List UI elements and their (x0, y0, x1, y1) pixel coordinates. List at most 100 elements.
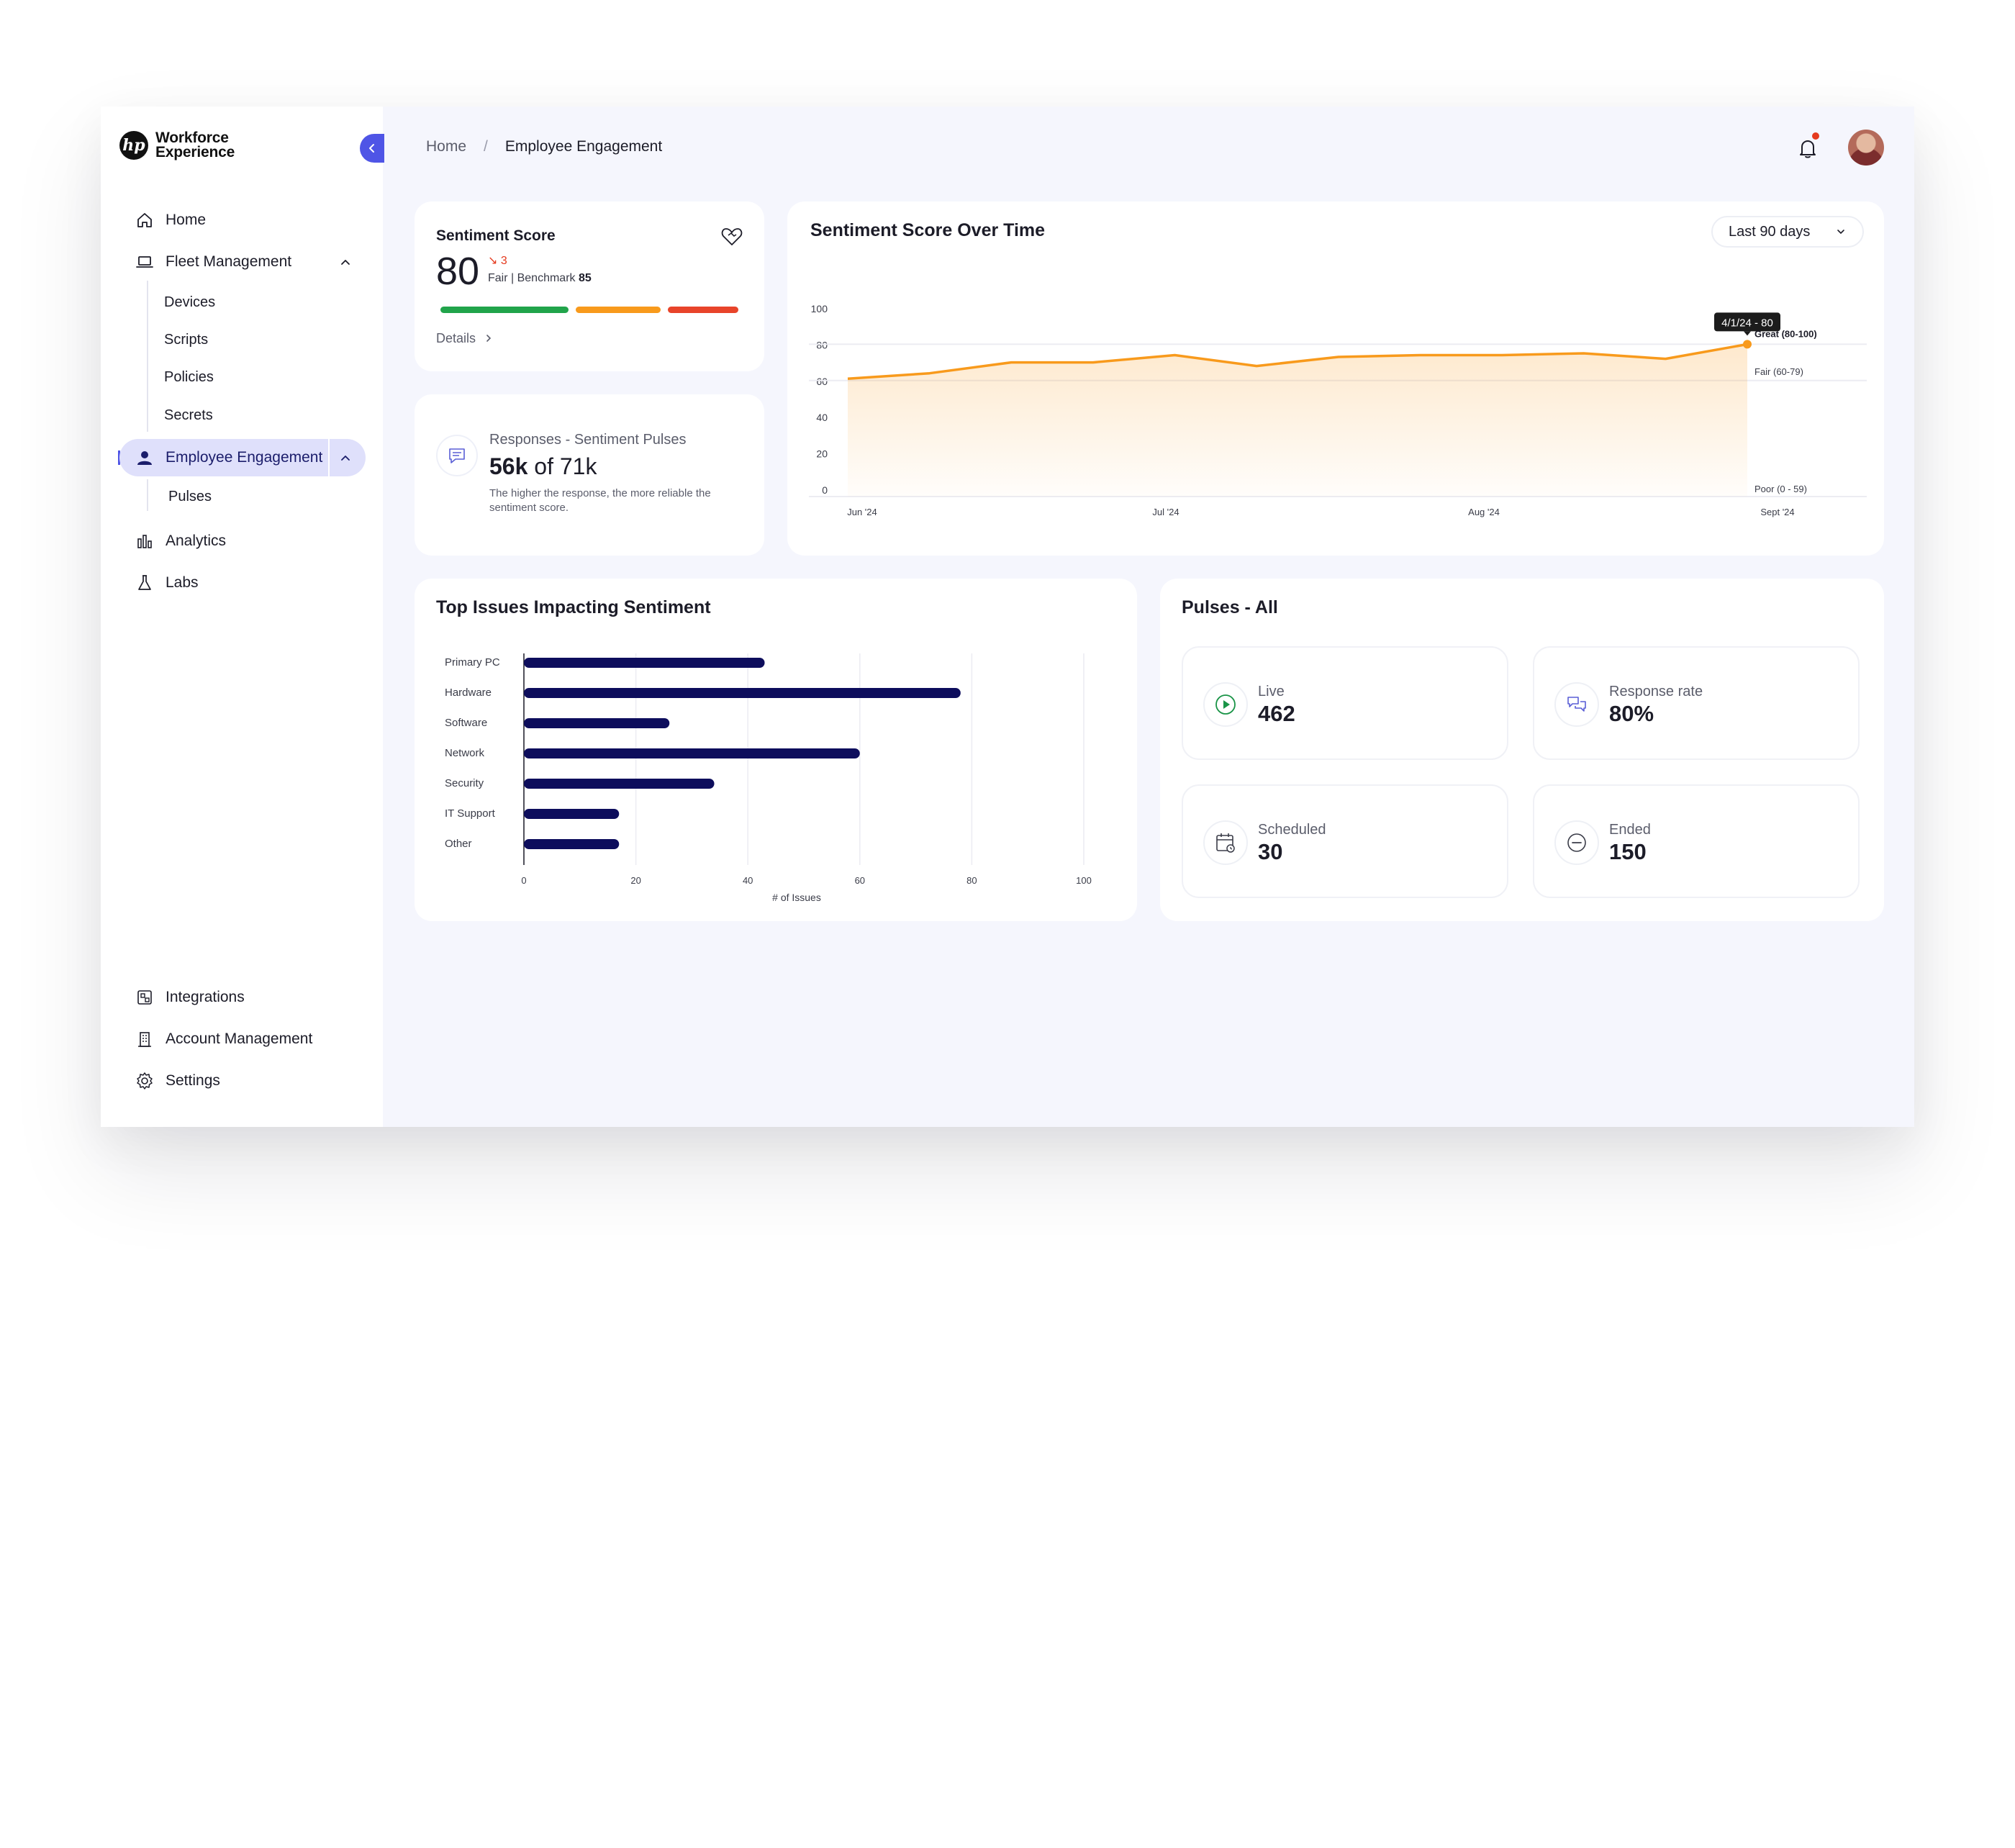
sidebar-item-fleet-management[interactable]: Fleet Management (135, 246, 291, 278)
submenu-guide-line (147, 281, 148, 432)
pulse-tile-value: 30 (1258, 839, 1283, 864)
sentiment-line-chart: 0204060801004/1/24 - 80Great (80-100)Fai… (809, 303, 1867, 517)
bar (524, 748, 860, 758)
notification-badge (1812, 132, 1819, 140)
collapse-sidebar-button[interactable] (360, 134, 384, 163)
y-tick-label: 40 (816, 412, 828, 423)
range-bar-poor (668, 307, 738, 313)
app-window: hp Workforce Experience Home Fleet Manag… (101, 107, 1914, 1127)
sidebar-item-label: Employee Engagement (166, 449, 323, 466)
responses-card: Responses - Sentiment Pulses 56k of 71k … (415, 394, 764, 556)
sidebar-item-settings[interactable]: Settings (135, 1065, 220, 1097)
minus-circle-icon (1554, 820, 1599, 865)
sidebar-item-label: Settings (166, 1072, 220, 1089)
responses-description: The higher the response, the more reliab… (489, 487, 711, 514)
sidebar-subitem-pulses[interactable]: Pulses (168, 484, 212, 509)
avatar[interactable] (1848, 130, 1884, 166)
message-icon (436, 435, 478, 476)
pulse-tile-value: 80% (1609, 701, 1654, 726)
logo-text: Workforce Experience (155, 130, 235, 160)
tooltip-pointer (1744, 331, 1751, 336)
sidebar-item-label: Analytics (166, 533, 227, 549)
logo[interactable]: hp Workforce Experience (119, 130, 235, 160)
sidebar-item-label: Fleet Management (166, 253, 292, 270)
home-icon (137, 213, 152, 227)
x-tick-label: 60 (855, 875, 865, 886)
breadcrumb: Home / Employee Engagement (426, 138, 662, 155)
sidebar-item-labs[interactable]: Labs (135, 567, 199, 599)
bar (524, 809, 620, 819)
breadcrumb-home-link[interactable]: Home (426, 138, 466, 155)
sidebar-subitem-secrets[interactable]: Secrets (164, 402, 213, 428)
y-tick-label: 20 (816, 448, 828, 460)
category-label: Network (445, 747, 485, 759)
bar (524, 718, 670, 728)
sidebar-item-home[interactable]: Home (135, 204, 206, 236)
sidebar-item-account-management[interactable]: Account Management (135, 1023, 312, 1055)
pulse-tile-scheduled[interactable]: Scheduled 30 (1182, 784, 1508, 898)
sidebar: hp Workforce Experience Home Fleet Manag… (101, 107, 384, 1127)
sidebar-item-integrations[interactable]: Integrations (135, 982, 245, 1013)
play-icon (1203, 682, 1248, 727)
category-label: Security (445, 777, 484, 789)
building-icon (138, 1032, 151, 1047)
chevron-left-icon (369, 144, 374, 153)
top-issues-card: Top Issues Impacting Sentiment 0 20 40 60 80… (415, 579, 1137, 921)
category-label: Hardware (445, 687, 492, 699)
sidebar-subitem-scripts[interactable]: Scripts (164, 327, 208, 353)
laptop-icon (136, 256, 153, 268)
x-tick-label: Sept '24 (1760, 507, 1794, 517)
pulses-card: Pulses - All Live 462 Response rate 80% … (1160, 579, 1884, 921)
x-axis-label: # of Issues (772, 892, 821, 903)
x-tick-label: Jul '24 (1152, 507, 1179, 517)
gear-icon (137, 1072, 153, 1090)
bar (524, 779, 715, 789)
breadcrumb-current: Employee Engagement (504, 138, 663, 155)
chat-icon (1554, 682, 1599, 727)
bar (524, 839, 620, 849)
x-tick-label: 20 (630, 875, 640, 886)
sentiment-over-time-card: Sentiment Score Over Time Last 90 days 0… (787, 201, 1884, 556)
pulse-tile-label: Scheduled (1258, 822, 1326, 838)
x-tick-label: 0 (521, 875, 526, 886)
pulse-tile-ended[interactable]: Ended 150 (1533, 784, 1860, 898)
pulse-tile-response-rate[interactable]: Response rate 80% (1533, 646, 1860, 760)
sidebar-subitem-policies[interactable]: Policies (164, 364, 214, 390)
active-divider (328, 439, 330, 476)
category-label: Primary PC (445, 656, 500, 669)
pulse-tile-live[interactable]: Live 462 (1182, 646, 1508, 760)
x-tick-label: Jun '24 (847, 507, 877, 517)
sentiment-score-benchmark: Fair | Benchmark 85 (488, 272, 592, 284)
sidebar-item-employee-engagement[interactable]: Employee Engagement (135, 442, 322, 474)
band-label-great: Great (80-100) (1754, 328, 1817, 339)
calendar-icon (1203, 820, 1248, 865)
responses-value: 56k of 71k (489, 453, 597, 479)
sidebar-item-label: Labs (166, 574, 199, 591)
range-bar-good (440, 307, 569, 313)
integrations-icon (137, 990, 152, 1005)
pulse-tile-label: Response rate (1609, 684, 1703, 699)
tooltip-text: 4/1/24 - 80 (1721, 317, 1773, 329)
chevron-up-icon[interactable] (338, 450, 353, 465)
details-link[interactable]: Details (436, 331, 494, 346)
sentiment-score-delta: ↘ 3 (488, 255, 507, 267)
pulse-tile-value: 462 (1258, 701, 1295, 726)
x-tick-label: 100 (1076, 875, 1092, 886)
sidebar-subitem-devices[interactable]: Devices (164, 289, 215, 315)
x-tick-label: 40 (743, 875, 753, 886)
x-tick-label: Aug '24 (1468, 507, 1500, 517)
category-label: Other (445, 838, 472, 850)
top-issues-bar-chart: 0 20 40 60 80 100 Primary PC Hardware Software Ne… (445, 653, 1092, 903)
range-bar-fair (576, 307, 661, 313)
sidebar-item-analytics[interactable]: Analytics (135, 525, 226, 557)
sentiment-score-value: 80 (436, 250, 480, 293)
bar (524, 688, 961, 698)
pulses-title: Pulses - All (1182, 597, 1278, 617)
user-icon (137, 451, 152, 465)
chevron-up-icon[interactable] (338, 255, 353, 269)
sentiment-score-card: Sentiment Score 80 ↘ 3 Fair | Benchmark … (415, 201, 764, 371)
band-label-fair: Fair (60-79) (1754, 366, 1803, 377)
category-label: Software (445, 717, 487, 729)
pulse-tile-label: Live (1258, 684, 1285, 699)
responses-title: Responses - Sentiment Pulses (489, 432, 687, 448)
